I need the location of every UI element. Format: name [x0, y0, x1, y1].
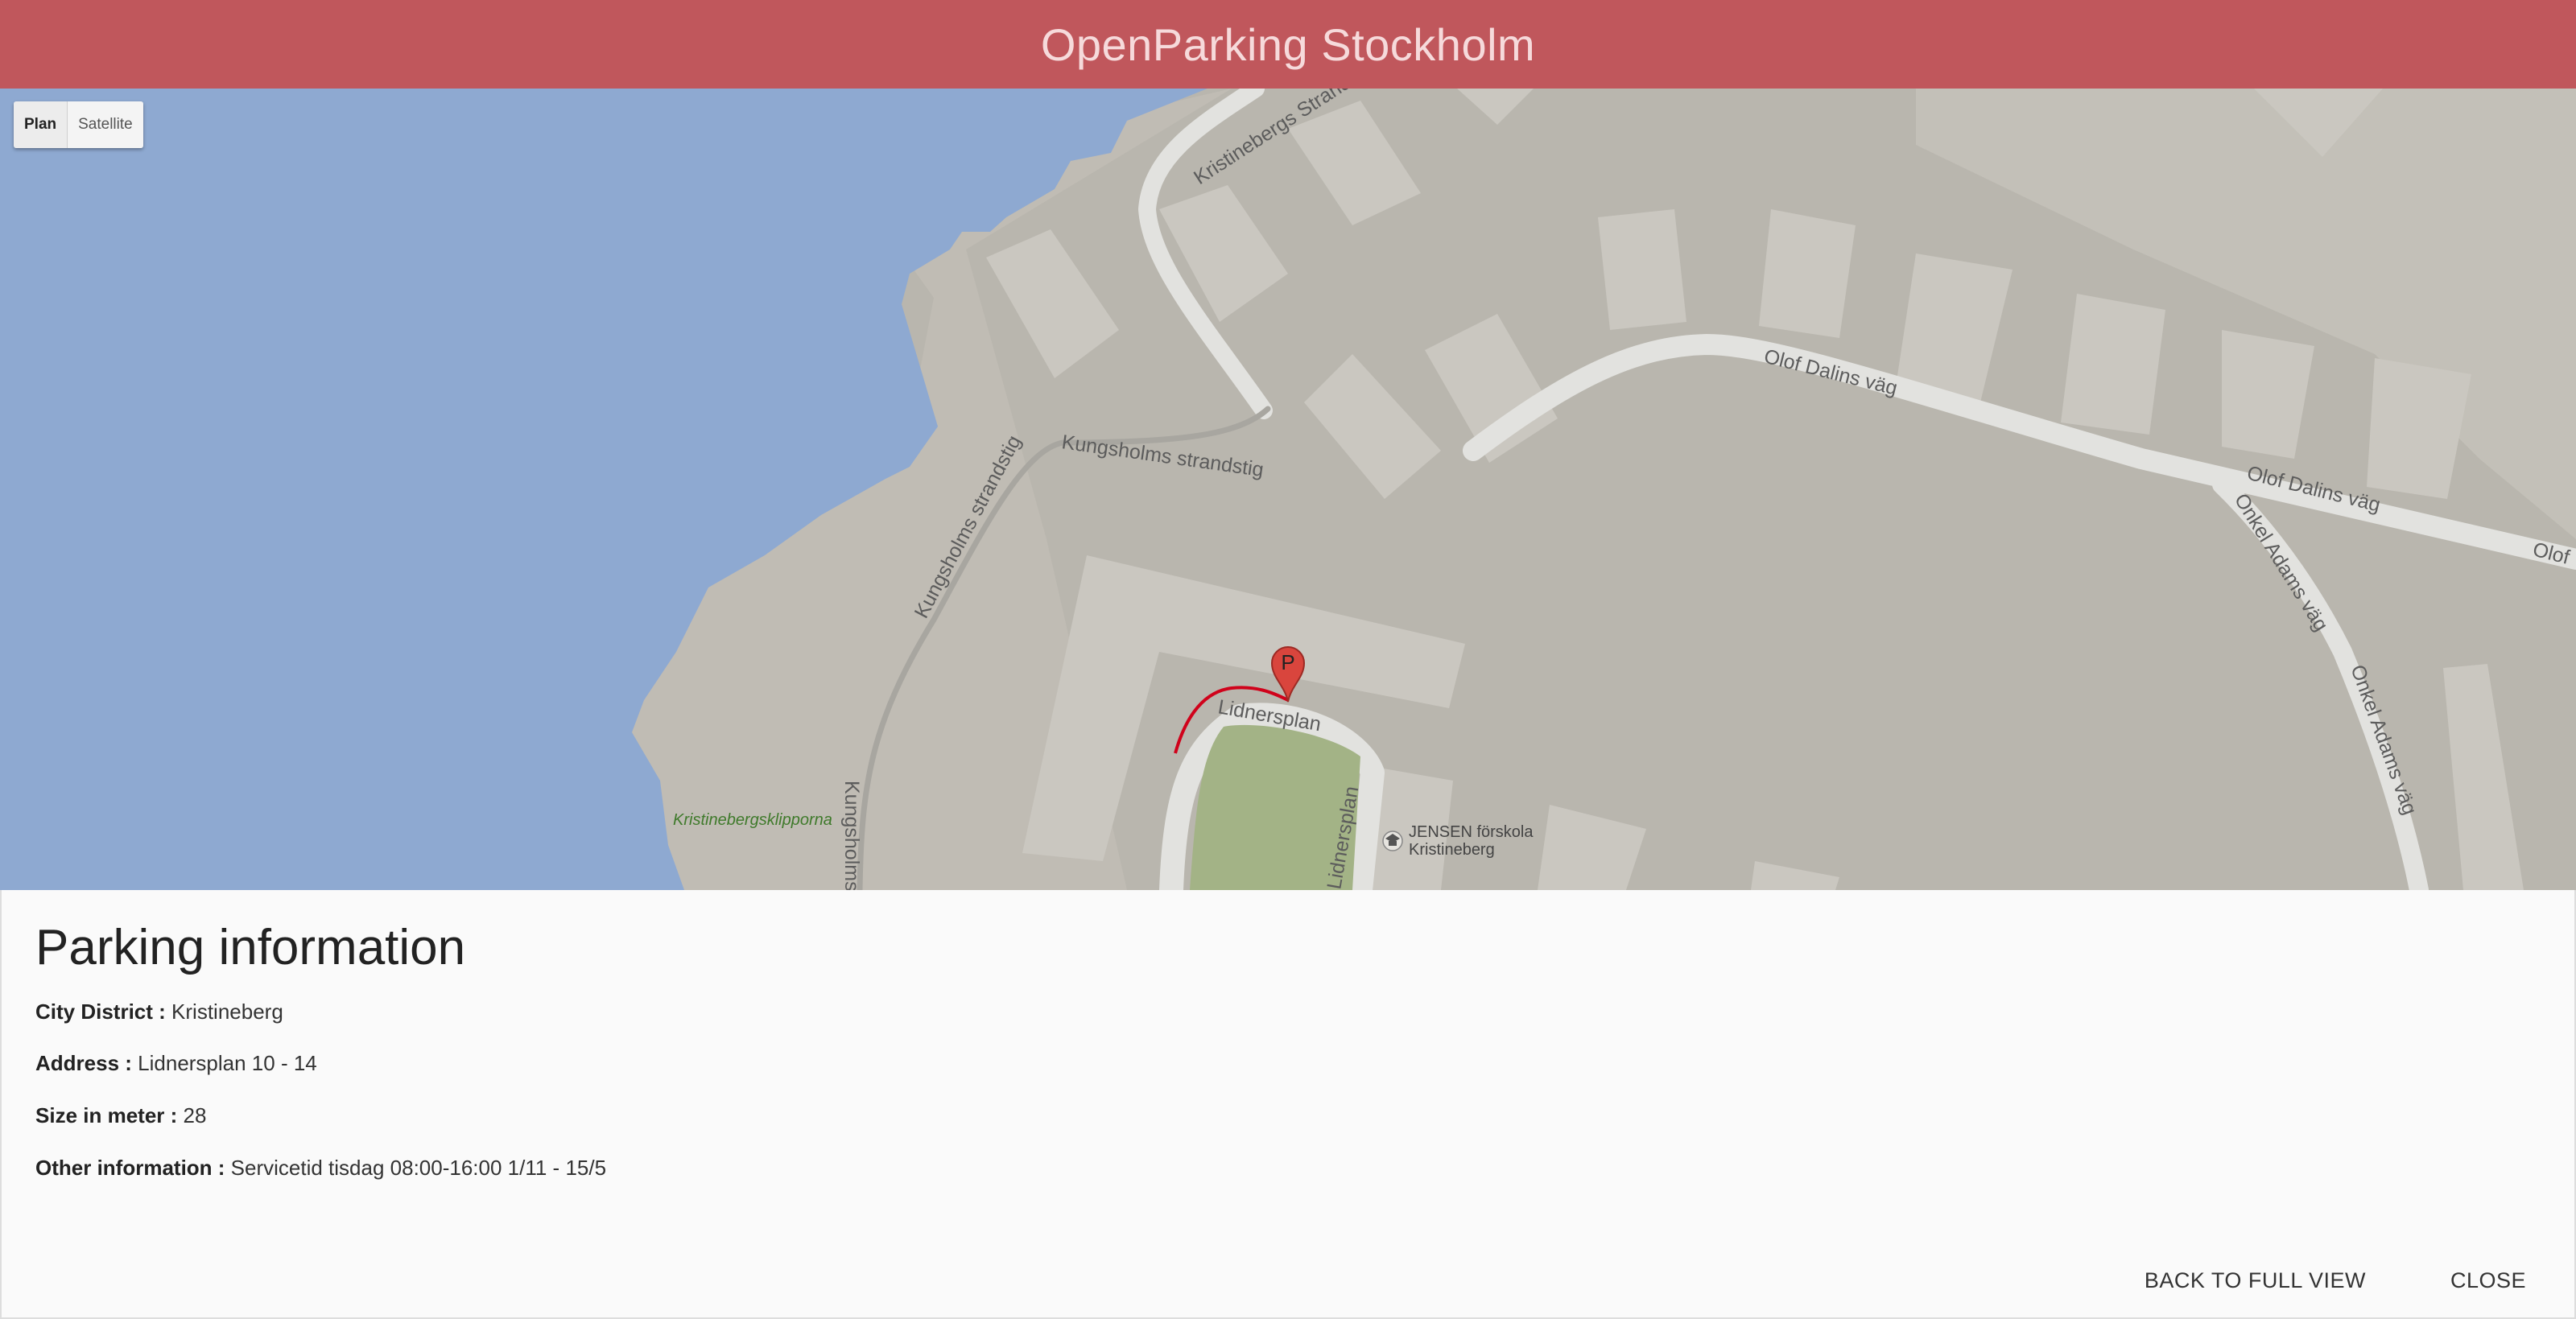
map-type-control: Plan Satellite [14, 101, 143, 148]
map-canvas: P Kristinebergs Strand Kungsholms strand… [0, 89, 2576, 890]
map-type-plan-button[interactable]: Plan [14, 101, 68, 148]
map-view[interactable]: P Kristinebergs Strand Kungsholms strand… [0, 89, 2576, 890]
info-key: Other information : [35, 1156, 225, 1180]
parking-info-panel: Parking information City District : Kris… [0, 890, 2576, 1319]
label-park: Kristinebergsklipporna [673, 811, 832, 829]
info-row-address: Address : Lidnersplan 10 - 14 [35, 1051, 317, 1076]
school-icon[interactable] [1382, 831, 1403, 851]
map-type-satellite-button[interactable]: Satellite [68, 101, 143, 148]
info-row-size: Size in meter : 28 [35, 1103, 206, 1128]
app-title: OpenParking Stockholm [1040, 19, 1536, 70]
poi-label-line1: JENSEN förskola [1409, 823, 1534, 841]
close-button[interactable]: Close [2450, 1268, 2526, 1293]
info-key: Size in meter : [35, 1103, 178, 1127]
info-key: Address : [35, 1051, 132, 1075]
info-value: Lidnersplan 10 - 14 [138, 1051, 317, 1075]
poi-label-line2: Kristineberg [1409, 841, 1495, 859]
app-bar: OpenParking Stockholm [0, 0, 2576, 89]
info-value: Servicetid tisdag 08:00-16:00 1/11 - 15/… [230, 1156, 607, 1180]
marker-letter: P [1281, 650, 1294, 674]
label-kungsholms-strandstig-c: Kungsholms [840, 781, 863, 890]
info-value: 28 [183, 1103, 207, 1127]
back-to-full-view-button[interactable]: Back to full view [2145, 1268, 2366, 1293]
panel-title: Parking information [35, 920, 466, 975]
info-row-other: Other information : Servicetid tisdag 08… [35, 1156, 606, 1181]
info-value: Kristineberg [171, 1000, 283, 1024]
info-row-city-district: City District : Kristineberg [35, 1000, 283, 1024]
panel-actions: Back to full view Close [2145, 1268, 2526, 1293]
info-key: City District : [35, 1000, 166, 1024]
